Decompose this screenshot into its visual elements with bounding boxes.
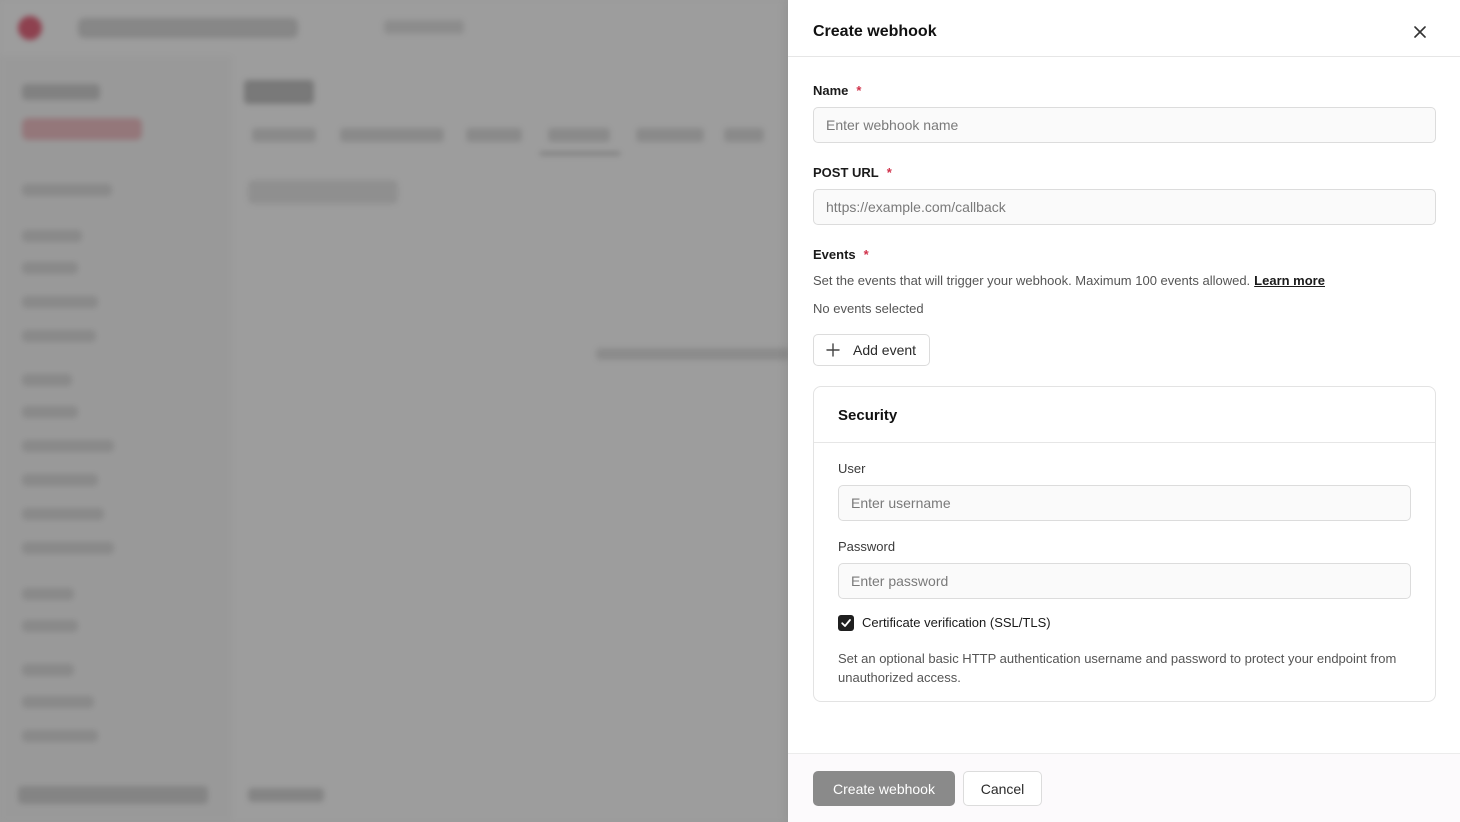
security-title: Security: [838, 407, 898, 424]
password-input[interactable]: [838, 563, 1411, 599]
name-label: Name *: [813, 83, 861, 98]
cancel-button[interactable]: Cancel: [963, 771, 1042, 806]
webhook-name-input[interactable]: [813, 107, 1436, 143]
create-webhook-drawer: Create webhook Name * POST URL * Events * S…: [788, 0, 1460, 822]
post-url-label-text: POST URL: [813, 165, 879, 180]
events-description: Set the events that will trigger your we…: [813, 273, 1325, 288]
drawer-title: Create webhook: [813, 23, 937, 40]
security-card: Security User Password Certificate verif…: [813, 386, 1436, 702]
name-label-text: Name: [813, 83, 849, 98]
certificate-verification-label[interactable]: Certificate verification (SSL/TLS): [862, 615, 1051, 630]
no-events-text: No events selected: [813, 301, 924, 316]
close-icon: [1414, 26, 1426, 38]
password-label: Password: [838, 539, 896, 554]
required-mark: *: [863, 247, 869, 262]
user-label: User: [838, 461, 866, 476]
create-webhook-button[interactable]: Create webhook: [813, 771, 955, 806]
drawer-header: Create webhook: [788, 0, 1460, 57]
required-mark: *: [856, 83, 862, 98]
events-label-text: Events: [813, 247, 856, 262]
plus-icon: [826, 343, 840, 357]
events-label: Events *: [813, 247, 869, 262]
post-url-input[interactable]: [813, 189, 1436, 225]
events-description-text: Set the events that will trigger your we…: [813, 273, 1251, 288]
security-card-header: Security: [814, 387, 1435, 443]
learn-more-link[interactable]: Learn more: [1254, 273, 1325, 288]
security-help-text: Set an optional basic HTTP authenticatio…: [838, 651, 1397, 685]
required-mark: *: [886, 165, 892, 180]
add-event-label: Add event: [853, 342, 917, 358]
add-event-button[interactable]: Add event: [813, 334, 930, 366]
username-input[interactable]: [838, 485, 1411, 521]
post-url-label: POST URL *: [813, 165, 892, 180]
checkmark-icon: [841, 619, 851, 627]
drawer-footer: Create webhook Cancel: [788, 753, 1460, 822]
close-button[interactable]: [1408, 20, 1432, 44]
certificate-verification-checkbox[interactable]: [838, 615, 854, 631]
